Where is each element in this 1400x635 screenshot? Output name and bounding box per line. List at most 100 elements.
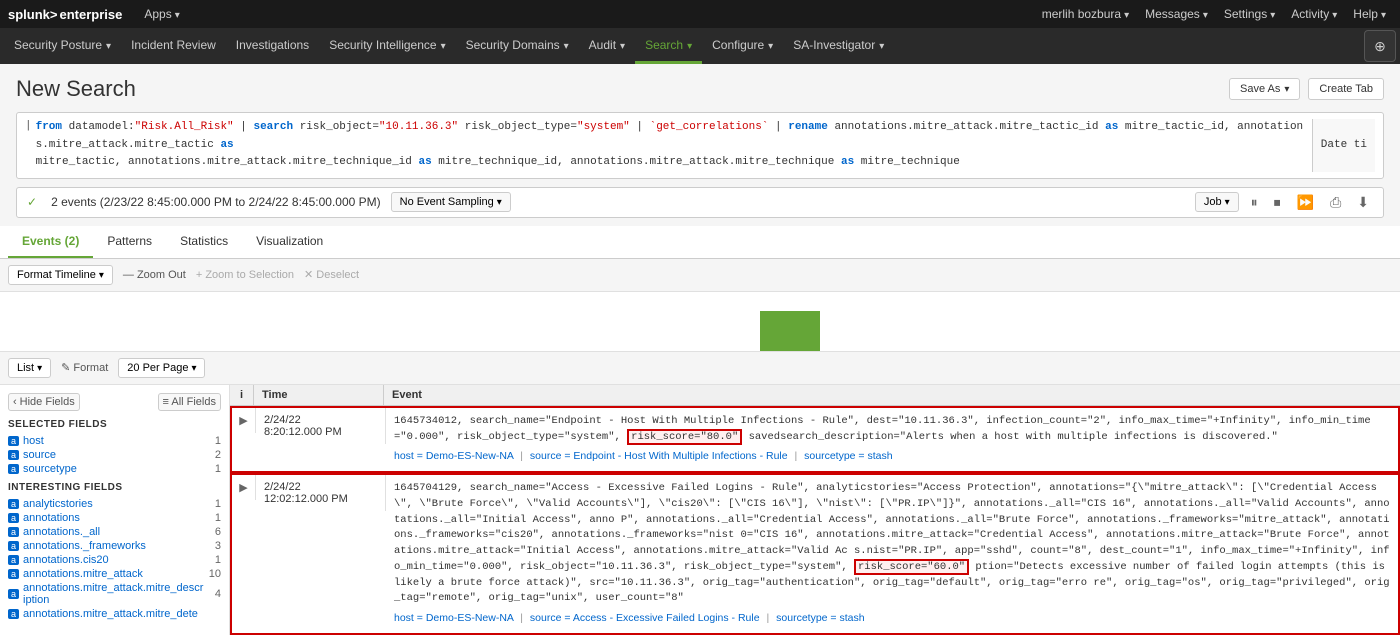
- stats-right: Job ⏸ ⏹ ⏩ ⎙ ⬇: [1195, 192, 1373, 213]
- logo-prefix: splunk>: [8, 7, 58, 22]
- events-table: i Time Event ▶ 2/24/22 8:20:12.000 PM 16…: [230, 385, 1400, 635]
- field-host[interactable]: a host 1: [8, 434, 221, 448]
- col-time-header: Time: [254, 385, 384, 405]
- event-content-1: 1645734012, search_name="Endpoint - Host…: [386, 408, 1398, 471]
- tab-statistics[interactable]: Statistics: [166, 226, 242, 258]
- all-fields-button[interactable]: ≡ All Fields: [158, 393, 222, 411]
- security-posture-chevron-icon: [106, 38, 111, 52]
- format-timeline-chevron-icon: [99, 269, 104, 281]
- host-link-2[interactable]: host = Demo-ES-New-NA: [394, 612, 513, 624]
- event-row-1: ▶ 2/24/22 8:20:12.000 PM 1645734012, sea…: [230, 406, 1400, 473]
- main-content: New Search Save As Create Tab | from dat…: [0, 64, 1400, 218]
- expand-row-1[interactable]: ▶: [232, 408, 256, 433]
- help-chevron-icon: [1381, 7, 1386, 21]
- top-nav-user[interactable]: merlih bozbura: [1036, 3, 1135, 25]
- top-bar: splunk> enterprise Apps merlih bozbura M…: [0, 0, 1400, 28]
- format-button[interactable]: ✎ Format: [61, 361, 108, 374]
- host-link-1[interactable]: host = Demo-ES-New-NA: [394, 450, 513, 462]
- source-link-2[interactable]: source = Access - Excessive Failed Login…: [530, 612, 760, 624]
- field-analyticstories[interactable]: a analyticstories 1: [8, 497, 221, 511]
- deselect-button[interactable]: ✕ Deselect: [304, 268, 359, 281]
- nav-incident-review[interactable]: Incident Review: [121, 28, 226, 64]
- page-header: New Search Save As Create Tab: [16, 76, 1384, 102]
- top-nav-settings[interactable]: Settings: [1218, 3, 1281, 25]
- nav-audit[interactable]: Audit: [579, 28, 635, 64]
- nav-sa-investigator[interactable]: SA-Investigator: [783, 28, 894, 64]
- results-area: ‹ Hide Fields ≡ All Fields SELECTED FIEL…: [0, 385, 1400, 635]
- tab-events[interactable]: Events (2): [8, 226, 93, 258]
- sourcetype-link-2[interactable]: sourcetype = stash: [776, 612, 864, 624]
- top-nav-right: merlih bozbura Messages Settings Activit…: [1036, 3, 1392, 25]
- field-annotations-mitre-attack[interactable]: a annotations.mitre_attack 10: [8, 567, 221, 581]
- per-page-chevron-icon: [191, 362, 196, 374]
- per-page-button[interactable]: 20 Per Page: [118, 358, 205, 378]
- search-bar[interactable]: | from datamodel:"Risk.All_Risk" | searc…: [16, 112, 1384, 179]
- sampling-button[interactable]: No Event Sampling: [391, 192, 511, 212]
- hide-fields-button[interactable]: ‹ Hide Fields: [8, 393, 80, 411]
- expand-row-2[interactable]: ▶: [232, 475, 256, 500]
- download-button[interactable]: ⬇: [1353, 192, 1373, 213]
- nav-security-intelligence[interactable]: Security Intelligence: [319, 28, 455, 64]
- field-sourcetype[interactable]: a sourcetype 1: [8, 462, 221, 476]
- field-annotations-all[interactable]: a annotations._all 6: [8, 525, 221, 539]
- create-tab-button[interactable]: Create Tab: [1308, 78, 1384, 100]
- sidebar-header: ‹ Hide Fields ≡ All Fields: [8, 393, 221, 411]
- configure-chevron-icon: [768, 38, 773, 52]
- zoom-out-button[interactable]: — Zoom Out: [123, 269, 186, 281]
- nav-configure[interactable]: Configure: [702, 28, 783, 64]
- user-chevron-icon: [1124, 7, 1129, 21]
- format-timeline-button[interactable]: Format Timeline: [8, 265, 113, 285]
- tab-visualization[interactable]: Visualization: [242, 226, 337, 258]
- event-row-2: ▶ 2/24/22 12:02:12.000 PM 1645704129, se…: [230, 473, 1400, 635]
- save-as-button[interactable]: Save As: [1229, 78, 1300, 100]
- source-link-1[interactable]: source = Endpoint - Host With Multiple I…: [530, 450, 788, 462]
- event-meta-2: host = Demo-ES-New-NA | source = Access …: [394, 611, 1390, 627]
- timeline-controls: Format Timeline — Zoom Out + Zoom to Sel…: [0, 259, 1400, 292]
- top-nav-help[interactable]: Help: [1347, 3, 1392, 25]
- stats-bar: ✓ 2 events (2/23/22 8:45:00.000 PM to 2/…: [16, 187, 1384, 218]
- field-annotations[interactable]: a annotations 1: [8, 511, 221, 525]
- field-annotations-mitre-description[interactable]: a annotations.mitre_attack.mitre_descr i…: [8, 581, 221, 607]
- nav-security-posture[interactable]: Security Posture: [4, 28, 121, 64]
- field-source[interactable]: a source 2: [8, 448, 221, 462]
- interesting-fields-title: INTERESTING FIELDS: [8, 482, 221, 493]
- page-title: New Search: [16, 76, 136, 102]
- job-button[interactable]: Job: [1195, 192, 1239, 212]
- top-nav-messages[interactable]: Messages: [1139, 3, 1214, 25]
- sampling-chevron-icon: [497, 196, 502, 208]
- event-content-2: 1645704129, search_name="Access - Excess…: [386, 475, 1398, 633]
- col-i-header: i: [230, 385, 254, 405]
- settings-chevron-icon: [1270, 7, 1275, 21]
- splunk-logo: splunk> enterprise: [8, 7, 122, 22]
- nav-search[interactable]: Search: [635, 28, 702, 64]
- stop-button[interactable]: ⏹: [1270, 192, 1285, 213]
- top-nav-apps[interactable]: Apps: [138, 3, 185, 25]
- sourcetype-link-1[interactable]: sourcetype = stash: [804, 450, 892, 462]
- search-chevron-icon: [687, 38, 692, 52]
- list-view-button[interactable]: List: [8, 358, 51, 378]
- security-domains-chevron-icon: [564, 38, 569, 52]
- search-content: from datamodel:"Risk.All_Risk" | search …: [36, 119, 1312, 172]
- top-nav-activity[interactable]: Activity: [1285, 3, 1343, 25]
- field-annotations-cis20[interactable]: a annotations.cis20 1: [8, 553, 221, 567]
- list-chevron-icon: [37, 362, 42, 374]
- forward-button[interactable]: ⏩: [1293, 192, 1318, 213]
- field-annotations-mitre-dete[interactable]: a annotations.mitre_attack.mitre_dete: [8, 607, 221, 621]
- date-time-button[interactable]: Date ti: [1312, 119, 1375, 172]
- risk-score-highlight-2: risk_score="60.0": [854, 559, 969, 575]
- print-button[interactable]: ⎙: [1326, 192, 1345, 213]
- pause-button[interactable]: ⏸: [1247, 192, 1262, 213]
- globe-button[interactable]: ⊕: [1364, 30, 1396, 62]
- field-annotations-frameworks[interactable]: a annotations._frameworks 3: [8, 539, 221, 553]
- nav-investigations[interactable]: Investigations: [226, 28, 319, 64]
- risk-score-highlight-1: risk_score="80.0": [627, 429, 742, 445]
- tab-patterns[interactable]: Patterns: [93, 226, 166, 258]
- arrow-left-icon: ‹: [13, 396, 17, 408]
- sidebar: ‹ Hide Fields ≡ All Fields SELECTED FIEL…: [0, 385, 230, 635]
- nav-security-domains[interactable]: Security Domains: [456, 28, 579, 64]
- col-event-header: Event: [384, 385, 1400, 405]
- zoom-selection-button[interactable]: + Zoom to Selection: [196, 269, 294, 281]
- pipe-icon: |: [25, 120, 32, 132]
- nav-right: ⊕: [1364, 28, 1396, 64]
- logo-suffix: enterprise: [60, 7, 123, 22]
